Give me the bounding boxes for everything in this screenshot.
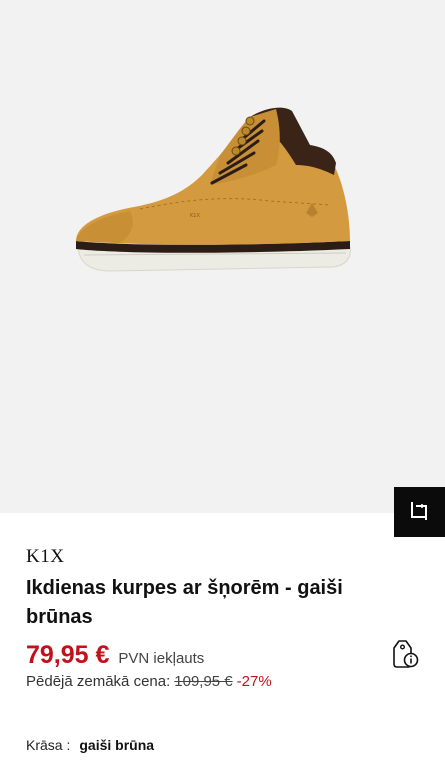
- color-selector[interactable]: Krāsa : gaiši brūna: [26, 737, 154, 753]
- product-image-area[interactable]: K1X: [0, 0, 445, 513]
- product-title: Ikdienas kurpes ar šņorēm - gaiši brūnas: [26, 577, 343, 628]
- price-tag-info-icon[interactable]: [391, 639, 419, 669]
- product-image: K1X: [76, 107, 351, 272]
- vat-note: PVN iekļauts: [118, 650, 205, 667]
- compare-button[interactable]: [394, 487, 445, 537]
- color-value: gaiši brūna: [79, 737, 155, 753]
- compare-crop-icon: [410, 502, 427, 520]
- price-row: 79,95 € PVN iekļauts: [26, 641, 204, 670]
- lowest-price-row: Pēdējā zemākā cena: 109,95 € -27%: [26, 673, 272, 690]
- current-price: 79,95 €: [26, 641, 110, 669]
- discount-badge: -27%: [236, 673, 272, 690]
- brand-name[interactable]: K1X: [26, 546, 64, 568]
- color-label: Krāsa :: [26, 737, 71, 753]
- old-price: 109,95 €: [174, 673, 233, 690]
- svg-text:K1X: K1X: [190, 213, 200, 219]
- lowest-price-label: Pēdējā zemākā cena:: [26, 673, 171, 690]
